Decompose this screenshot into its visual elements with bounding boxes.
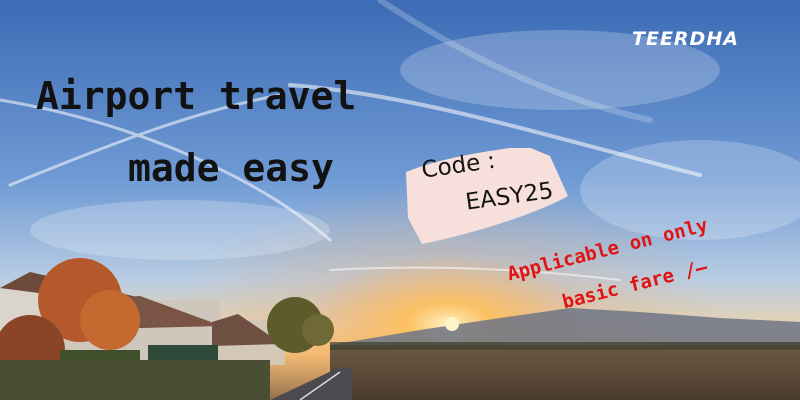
- headline-line-2: made easy: [128, 146, 334, 190]
- promo-banner: TEERDHA Airport travel made easy Code : …: [0, 0, 800, 400]
- headline-line-1: Airport travel: [36, 74, 357, 118]
- brand-logo-text: TEERDHA: [632, 28, 739, 50]
- promo-code-card: Code : EASY25: [400, 148, 572, 244]
